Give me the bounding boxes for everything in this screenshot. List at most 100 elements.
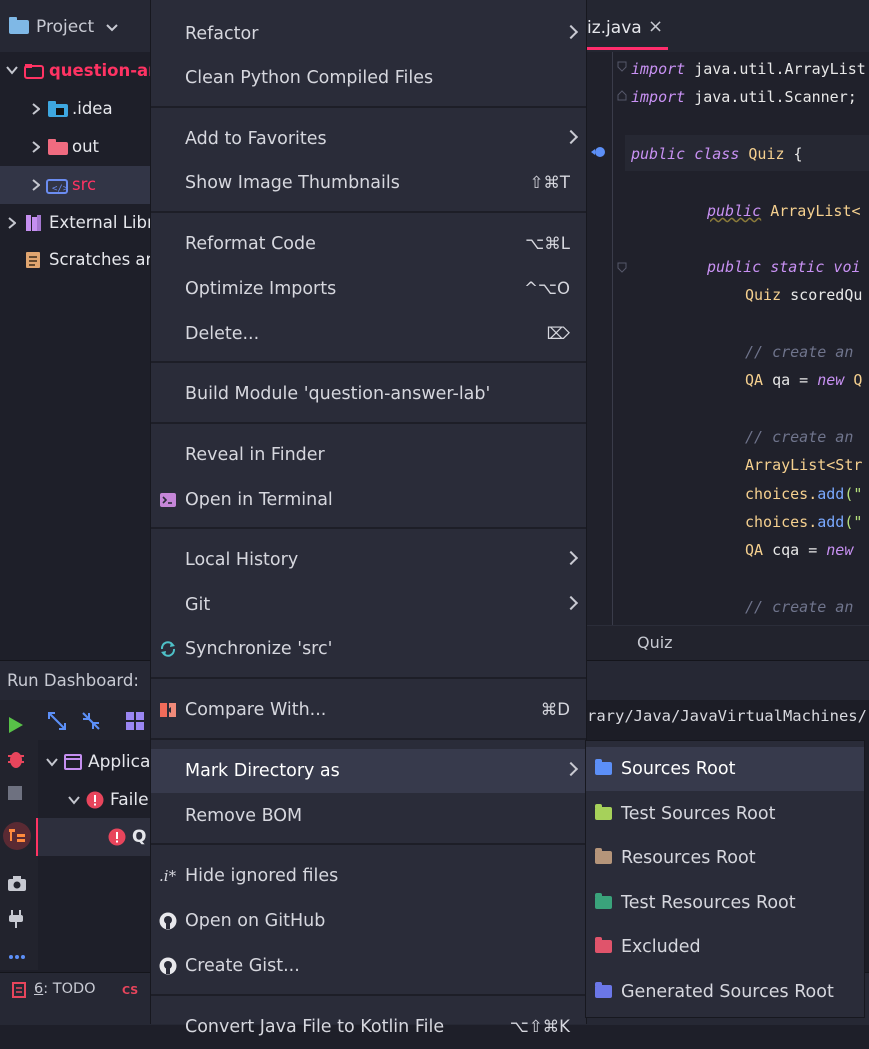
chevron-right-icon[interactable] [32, 179, 40, 191]
camera-icon[interactable] [7, 876, 27, 892]
scratches-icon [26, 252, 40, 268]
project-panel-header[interactable]: Project [0, 0, 150, 52]
chevron-right-icon[interactable] [32, 141, 40, 153]
code-token: Q [844, 371, 863, 389]
run-tree-item-application[interactable]: Applica [38, 744, 150, 780]
code-comment: // create an [745, 343, 854, 361]
menu-item-compare-with[interactable]: Compare With... ⌘D [151, 688, 586, 732]
menu-item-clean-python[interactable]: Clean Python Compiled Files [151, 56, 586, 100]
debug-icon[interactable] [6, 748, 26, 770]
menu-item-reveal-in-finder[interactable]: Reveal in Finder [151, 433, 586, 477]
terminal-icon [160, 493, 176, 507]
submenu-item-label: Sources Root [621, 759, 736, 779]
menu-item-refactor[interactable]: Refactor [151, 12, 586, 56]
menu-item-open-on-github[interactable]: Open on GitHub [151, 899, 586, 943]
menu-separator [151, 422, 586, 424]
menu-item-shortcut: ⌦ [546, 324, 570, 343]
menu-item-reformat-code[interactable]: Reformat Code ⌥⌘L [151, 222, 586, 266]
tree-item-scratches[interactable]: Scratches ar [0, 241, 150, 279]
submenu-item-label: Resources Root [621, 848, 756, 868]
menu-item-label: Reveal in Finder [185, 445, 325, 465]
submenu-item-excluded[interactable]: Excluded [586, 925, 864, 969]
stop-icon[interactable] [8, 786, 22, 800]
tree-item-idea[interactable]: .idea [0, 90, 150, 128]
idea-folder-icon [48, 101, 68, 117]
menu-item-optimize-imports[interactable]: Optimize Imports ^⌥O [151, 267, 586, 311]
tree-item-label: question-ar [49, 61, 150, 80]
code-token: java.util.ArrayList [685, 60, 866, 78]
run-tree-toolbar [38, 700, 150, 740]
collapse-all-icon[interactable] [82, 712, 100, 730]
run-dashboard-title: Run Dashboard: [7, 671, 139, 690]
excluded-folder-icon [48, 139, 68, 155]
code-token: import [631, 60, 686, 78]
tree-view-button[interactable] [3, 822, 31, 850]
menu-item-shortcut: ⌥⌘L [525, 234, 570, 253]
folder-icon [595, 848, 612, 864]
code-token: add [817, 513, 845, 531]
gutter-divider [612, 52, 613, 625]
menu-item-git[interactable]: Git [151, 583, 586, 627]
menu-item-create-gist[interactable]: Create Gist... [151, 944, 586, 988]
close-tab-icon[interactable]: × [648, 16, 663, 37]
active-tab-indicator [585, 47, 668, 50]
menu-separator [151, 361, 586, 363]
menu-item-open-in-terminal[interactable]: Open in Terminal [151, 478, 586, 522]
run-tree-item-failed[interactable]: Faile [38, 782, 150, 818]
menu-item-build-module[interactable]: Build Module 'question-answer-lab' [151, 372, 586, 416]
code-token: ArrayList< [761, 202, 861, 220]
context-menu: Refactor Clean Python Compiled Files Add… [150, 0, 587, 1037]
menu-item-mark-directory-as[interactable]: Mark Directory as [151, 749, 586, 793]
submenu-item-sources-root[interactable]: Sources Root [586, 747, 864, 791]
menu-item-convert-to-kotlin[interactable]: Convert Java File to Kotlin File ⌥⇧⌘K [151, 1005, 586, 1049]
tree-item-src[interactable]: </> src [0, 166, 150, 204]
plug-icon[interactable] [8, 910, 24, 928]
fold-marker-icon[interactable] [617, 262, 627, 274]
code-token: (" [844, 513, 863, 531]
tree-view-icon [9, 829, 25, 842]
chevron-right-icon [563, 129, 579, 145]
menu-item-remove-bom[interactable]: Remove BOM [151, 794, 586, 838]
tree-item-out[interactable]: out [0, 128, 150, 166]
menu-item-synchronize[interactable]: Synchronize 'src' [151, 627, 586, 671]
tree-item-external-libraries[interactable]: External Libr [0, 204, 150, 242]
menu-item-add-to-favorites[interactable]: Add to Favorites [151, 117, 586, 161]
chevron-right-icon[interactable] [32, 103, 40, 115]
chevron-right-icon [563, 24, 579, 40]
submenu-item-generated-sources-root[interactable]: Generated Sources Root [586, 970, 864, 1014]
submenu-item-resources-root[interactable]: Resources Root [586, 836, 864, 880]
editor-tab-label[interactable]: iz.java [587, 18, 642, 38]
compare-icon [160, 703, 176, 717]
chevron-right-icon[interactable] [8, 217, 16, 229]
chevron-down-icon[interactable] [6, 66, 18, 76]
submenu-item-label: Generated Sources Root [621, 982, 834, 1002]
code-token: scoredQu [781, 286, 863, 304]
code-comment: // create an [745, 428, 854, 446]
code-token: class [685, 145, 740, 163]
chevron-right-icon [563, 550, 579, 566]
menu-item-hide-ignored-files[interactable]: .i* Hide ignored files [151, 854, 586, 898]
tree-item-root[interactable]: question-ar [0, 52, 150, 90]
chevron-down-icon[interactable] [68, 796, 80, 805]
todo-icon [12, 982, 26, 998]
group-by-icon[interactable] [126, 712, 144, 730]
chevron-down-icon[interactable] [106, 24, 118, 32]
more-icon[interactable] [8, 954, 26, 960]
menu-item-label: Build Module 'question-answer-lab' [185, 384, 491, 404]
expand-all-icon[interactable] [48, 712, 66, 730]
menu-item-label: Open on GitHub [185, 911, 326, 931]
project-panel-title: Project [36, 17, 95, 37]
submenu-item-test-sources-root[interactable]: Test Sources Root [586, 792, 864, 836]
breadcrumb-item[interactable]: Quiz [637, 633, 673, 652]
submenu-item-test-resources-root[interactable]: Test Resources Root [586, 881, 864, 925]
checkstyle-icon[interactable]: CS [122, 982, 140, 998]
chevron-down-icon[interactable] [46, 758, 58, 767]
menu-item-delete[interactable]: Delete... ⌦ [151, 312, 586, 356]
run-tree-item-quiz[interactable]: Q [36, 818, 152, 856]
sync-icon [160, 641, 176, 657]
fold-marker-icon[interactable] [617, 61, 627, 101]
implemented-gutter-icon[interactable] [590, 144, 608, 160]
play-icon[interactable] [8, 716, 24, 734]
menu-item-show-image-thumbnails[interactable]: Show Image Thumbnails ⇧⌘T [151, 161, 586, 205]
menu-item-local-history[interactable]: Local History [151, 538, 586, 582]
